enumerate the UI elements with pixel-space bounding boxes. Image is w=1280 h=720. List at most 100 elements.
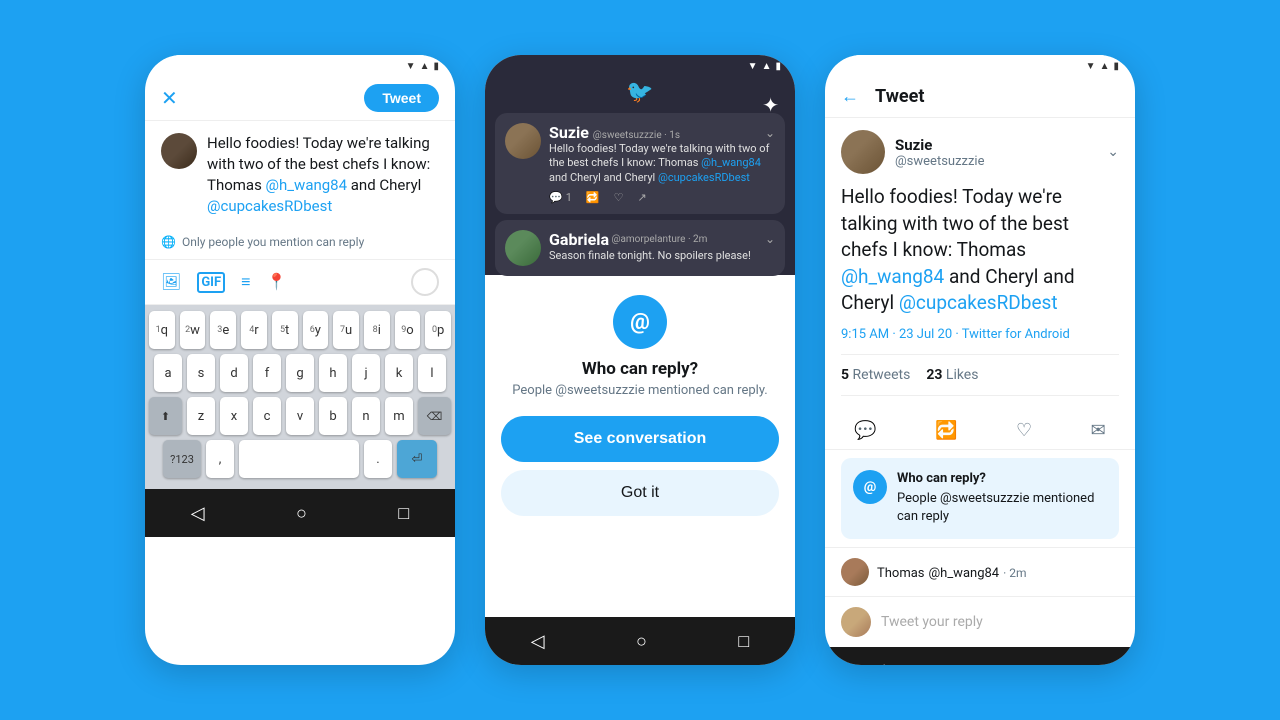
location-icon[interactable]: 📍 <box>266 272 286 293</box>
key-x[interactable]: x <box>220 397 248 435</box>
tweet-actions: 💬 1 🔁 ♡ ↗ <box>549 191 775 204</box>
signal-icon: ▲ <box>420 61 430 72</box>
key-8[interactable]: 8i <box>364 311 390 349</box>
close-button[interactable]: ✕ <box>161 86 178 110</box>
status-bar-2: ▼ ▲ ▮ <box>485 55 795 72</box>
key-b[interactable]: b <box>319 397 347 435</box>
key-k[interactable]: k <box>385 354 413 392</box>
sheet-title: Who can reply? <box>582 359 698 379</box>
twitter-header: 🐦 ✦ <box>485 72 795 113</box>
home-nav-icon-2[interactable]: ○ <box>636 631 647 652</box>
signal-icon-2: ▲ <box>762 61 772 72</box>
key-7[interactable]: 7u <box>333 311 359 349</box>
like-action[interactable]: ♡ <box>614 191 624 204</box>
key-d[interactable]: d <box>220 354 248 392</box>
battery-icon-3: ▮ <box>1113 61 1119 72</box>
recents-nav-icon-2[interactable]: □ <box>738 631 749 652</box>
phone-compose: ▼ ▲ ▮ ✕ Tweet Hello foodies! Today we're… <box>145 55 455 665</box>
number-switch-key[interactable]: ?123 <box>163 440 201 478</box>
key-l[interactable]: l <box>418 354 446 392</box>
android-nav-3: ◁ ○ □ <box>825 647 1135 665</box>
gabriela-name: Gabriela <box>549 230 609 249</box>
tweet-action-row: 💬 🔁 ♡ ✉ <box>825 412 1135 450</box>
chevron-icon-2: ⌄ <box>765 232 775 246</box>
bottom-row: ?123 , . ⏎ <box>149 440 451 478</box>
recents-nav-icon-3[interactable]: □ <box>1078 660 1089 665</box>
compose-area: Hello foodies! Today we're talking with … <box>145 121 455 229</box>
recents-nav-icon[interactable]: □ <box>398 503 409 524</box>
see-conversation-button[interactable]: See conversation <box>501 416 779 462</box>
back-nav-icon-2[interactable]: ◁ <box>531 631 545 652</box>
back-nav-icon-3[interactable]: ◁ <box>871 660 885 665</box>
android-nav-2: ◁ ○ □ <box>485 617 795 665</box>
like-action-btn[interactable]: ♡ <box>1016 420 1032 441</box>
author-handle: @sweetsuzzzie <box>895 154 984 169</box>
back-button[interactable]: ← <box>841 86 859 107</box>
key-n[interactable]: n <box>352 397 380 435</box>
author-info: Suzie @sweetsuzzzie <box>895 136 984 169</box>
gif-icon[interactable]: GIF <box>197 272 225 293</box>
home-nav-icon[interactable]: ○ <box>296 503 307 524</box>
retweet-action-btn[interactable]: 🔁 <box>935 420 957 441</box>
image-icon[interactable]: 🖼 <box>161 272 181 293</box>
gabriela-tweet-card[interactable]: Gabriela @amorpelanture · 2m ⌄ Season fi… <box>495 220 785 276</box>
comma-key[interactable]: , <box>206 440 234 478</box>
key-g[interactable]: g <box>286 354 314 392</box>
retweet-action[interactable]: 🔁 <box>586 191 600 204</box>
dark-feed-area: ▼ ▲ ▮ 🐦 ✦ Suzie @sweetsuzzzie · 1s ⌄ Hel… <box>485 55 795 275</box>
key-5[interactable]: 5t <box>272 311 298 349</box>
key-f[interactable]: f <box>253 354 281 392</box>
twitter-source: Twitter for Android <box>962 327 1070 342</box>
sparkle-icon[interactable]: ✦ <box>762 93 779 117</box>
row-zxcvbnm: ⬆ z x c v b n m ⌫ <box>149 397 451 435</box>
chevron-icon: ⌄ <box>765 126 775 140</box>
list-icon[interactable]: ≡ <box>241 272 250 293</box>
got-it-button[interactable]: Got it <box>501 470 779 516</box>
back-nav-icon[interactable]: ◁ <box>191 503 205 524</box>
key-v[interactable]: v <box>286 397 314 435</box>
at-icon-large: @ <box>613 295 667 349</box>
reply-action-btn[interactable]: 💬 <box>854 420 876 441</box>
period-key[interactable]: . <box>364 440 392 478</box>
thomas-name: Thomas <box>877 566 925 581</box>
reply-action[interactable]: 💬 1 <box>549 191 572 204</box>
key-9[interactable]: 9o <box>395 311 421 349</box>
key-0[interactable]: 0p <box>425 311 451 349</box>
thomas-avatar <box>841 558 869 586</box>
key-z[interactable]: z <box>187 397 215 435</box>
self-avatar <box>841 607 871 637</box>
mention-h-wang: @h_wang84 <box>266 176 348 194</box>
mention-hwang-detail: @h_wang84 <box>841 265 944 288</box>
mention-cupcakes: @cupcakesRDbest <box>207 197 332 215</box>
key-a[interactable]: a <box>154 354 182 392</box>
tweet-button[interactable]: Tweet <box>364 84 439 112</box>
key-j[interactable]: j <box>352 354 380 392</box>
key-s[interactable]: s <box>187 354 215 392</box>
key-1[interactable]: 1q <box>149 311 175 349</box>
suzie-tweet-card[interactable]: Suzie @sweetsuzzzie · 1s ⌄ Hello foodies… <box>495 113 785 214</box>
return-key[interactable]: ⏎ <box>397 440 437 478</box>
signal-icon-3: ▲ <box>1100 61 1110 72</box>
share-action[interactable]: ↗ <box>637 191 646 204</box>
key-4[interactable]: 4r <box>241 311 267 349</box>
key-3[interactable]: 3e <box>210 311 236 349</box>
backspace-key[interactable]: ⌫ <box>418 397 451 435</box>
key-2[interactable]: 2w <box>180 311 206 349</box>
reply-input[interactable]: Tweet your reply <box>881 614 983 630</box>
status-bar-3: ▼ ▲ ▮ <box>825 55 1135 76</box>
gabriela-tweet-content: Gabriela @amorpelanture · 2m ⌄ Season fi… <box>549 230 775 266</box>
tweet-detail-header: ← Tweet <box>825 76 1135 118</box>
shift-key[interactable]: ⬆ <box>149 397 182 435</box>
compose-text[interactable]: Hello foodies! Today we're talking with … <box>207 133 439 217</box>
dm-action-btn[interactable]: ✉ <box>1091 420 1106 441</box>
key-m[interactable]: m <box>385 397 413 435</box>
home-nav-icon-3[interactable]: ○ <box>976 660 987 665</box>
key-6[interactable]: 6y <box>303 311 329 349</box>
tweet-stats: 5 Retweets 23 Likes <box>841 367 1119 396</box>
likes-stat: 23 Likes <box>926 367 978 383</box>
space-key[interactable] <box>239 440 359 478</box>
wifi-icon: ▼ <box>406 61 416 72</box>
reply-user-info: Thomas @h_wang84 · 2m <box>877 562 1027 581</box>
key-h[interactable]: h <box>319 354 347 392</box>
key-c[interactable]: c <box>253 397 281 435</box>
